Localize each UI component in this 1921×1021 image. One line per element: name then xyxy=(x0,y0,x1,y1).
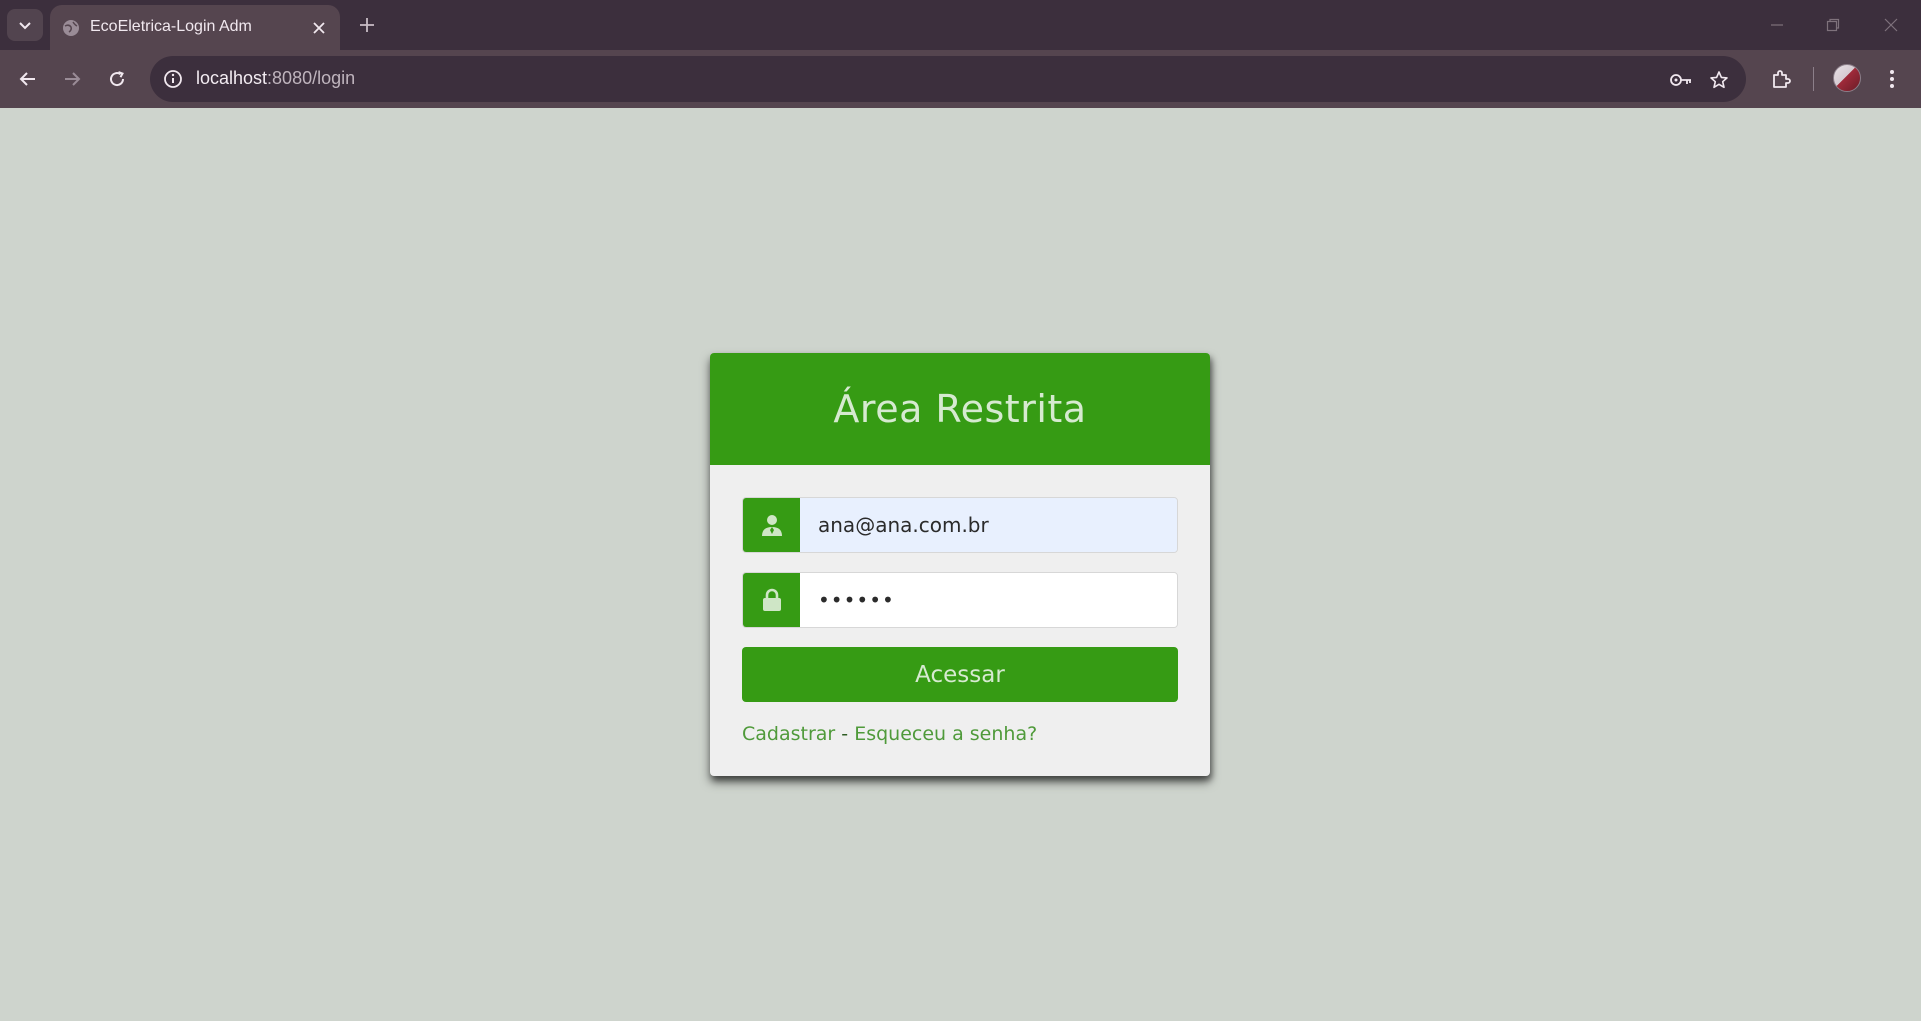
links-separator: - xyxy=(841,723,849,745)
reload-icon xyxy=(110,71,125,87)
lock-icon xyxy=(762,588,781,611)
user-icon xyxy=(761,515,782,536)
email-addon xyxy=(743,498,800,552)
browser-tab-active[interactable]: EcoEletrica-Login Adm xyxy=(50,5,340,50)
register-link[interactable]: Cadastrar xyxy=(742,723,835,745)
login-card-header: Área Restrita xyxy=(710,353,1210,465)
globe-icon xyxy=(63,20,79,36)
password-manager-button[interactable] xyxy=(1667,66,1695,94)
login-form: Acessar Cadastrar - Esqueceu a senha? xyxy=(710,465,1210,745)
login-title: Área Restrita xyxy=(833,387,1087,431)
url-path: :8080/login xyxy=(267,68,356,88)
browser-toolbar: localhost:8080/login xyxy=(0,50,1921,108)
url-host: localhost xyxy=(196,68,268,88)
email-field[interactable] xyxy=(800,498,1177,552)
url-text: localhost:8080/login xyxy=(196,68,355,89)
key-icon xyxy=(1670,74,1691,86)
back-button[interactable] xyxy=(10,61,46,97)
arrow-right-icon xyxy=(65,72,81,86)
login-submit-button[interactable]: Acessar xyxy=(742,647,1178,702)
star-icon xyxy=(1710,71,1728,89)
puzzle-icon xyxy=(1773,70,1791,88)
login-links: Cadastrar - Esqueceu a senha? xyxy=(742,723,1178,745)
close-window-button[interactable] xyxy=(1873,10,1909,40)
new-tab-button[interactable] xyxy=(352,10,382,40)
arrow-left-icon xyxy=(19,72,35,86)
bookmark-button[interactable] xyxy=(1705,66,1733,94)
tab-search-button[interactable] xyxy=(7,9,43,41)
page-viewport: Área Restrita ana@ana.com.br •••••• Aces… xyxy=(0,108,1921,1021)
browser-tab-strip: EcoEletrica-Login Adm xyxy=(0,0,1921,50)
close-icon xyxy=(1884,18,1898,32)
tab-close-button[interactable] xyxy=(308,17,330,39)
password-addon xyxy=(743,573,800,627)
more-vertical-icon xyxy=(1890,70,1894,88)
restore-button[interactable] xyxy=(1815,10,1851,40)
email-input-group xyxy=(742,497,1178,553)
extensions-button[interactable] xyxy=(1763,61,1799,97)
minimize-icon xyxy=(1771,24,1783,26)
minimize-button[interactable] xyxy=(1759,10,1795,40)
tab-title: EcoEletrica-Login Adm xyxy=(90,18,252,35)
plus-icon xyxy=(360,18,374,32)
forward-button[interactable] xyxy=(54,61,90,97)
site-info-icon xyxy=(164,70,182,88)
restore-icon xyxy=(1826,18,1840,32)
password-input-group xyxy=(742,572,1178,628)
password-field[interactable] xyxy=(800,573,1177,627)
login-card: Área Restrita ana@ana.com.br •••••• Aces… xyxy=(710,353,1210,776)
chevron-down-icon xyxy=(19,22,31,30)
toolbar-divider xyxy=(1813,67,1814,91)
close-icon xyxy=(313,22,325,34)
forgot-password-link[interactable]: Esqueceu a senha? xyxy=(854,723,1037,745)
reload-button[interactable] xyxy=(99,61,135,97)
profile-avatar[interactable] xyxy=(1833,64,1861,92)
address-bar[interactable]: localhost:8080/login xyxy=(150,56,1746,102)
browser-menu-button[interactable] xyxy=(1874,61,1910,97)
